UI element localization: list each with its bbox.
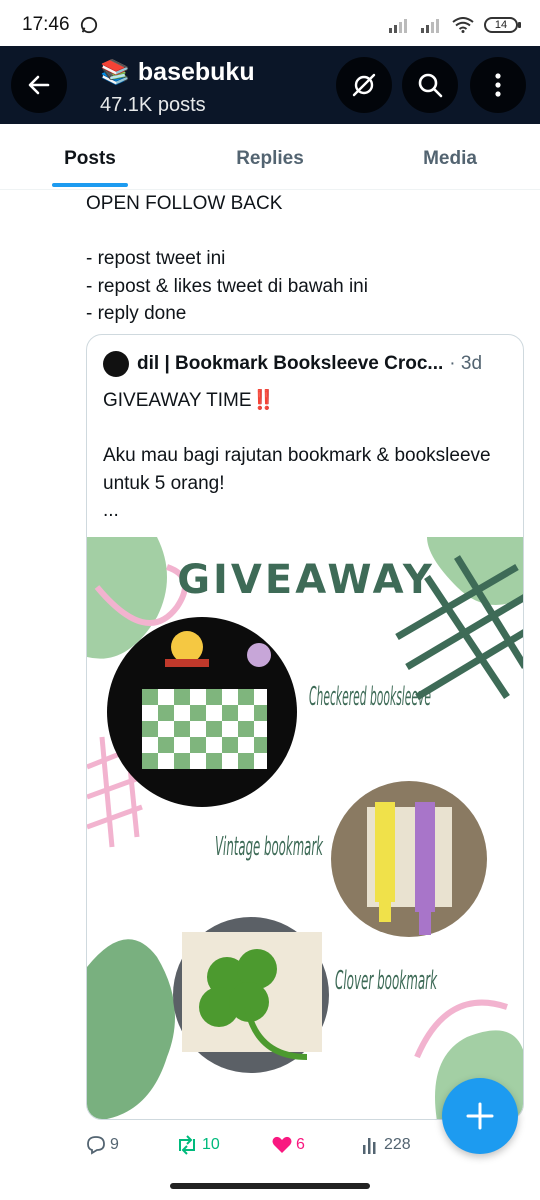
tab-media[interactable]: Media xyxy=(360,124,540,189)
quoted-author-name[interactable]: dil | Bookmark Booksleeve Croc... xyxy=(137,353,443,375)
reply-button[interactable]: 9 xyxy=(86,1135,119,1155)
caption-vintage: Vintage bookmark xyxy=(215,832,323,862)
repost-icon xyxy=(179,1135,195,1155)
status-bar: 17:46 14 xyxy=(0,0,540,50)
tweet-text: OPEN FOLLOW BACK - repost tweet ini - re… xyxy=(86,193,368,324)
post-count: 47.1K posts xyxy=(100,94,206,116)
tab-posts[interactable]: Posts xyxy=(0,124,180,189)
status-icons: 14 xyxy=(388,17,521,33)
quoted-tweet-header: dil | Bookmark Booksleeve Croc... · 3d xyxy=(103,351,513,377)
repost-count: 10 xyxy=(202,1136,220,1153)
battery-indicator: 14 xyxy=(484,17,521,33)
search-button[interactable] xyxy=(402,57,458,113)
like-button[interactable]: 6 xyxy=(272,1136,305,1154)
booksleeve-photo xyxy=(107,617,297,807)
avatar[interactable] xyxy=(103,351,129,377)
search-icon xyxy=(418,73,443,98)
quoted-timestamp: · 3d xyxy=(449,353,483,374)
grok-icon xyxy=(352,73,376,97)
clover-bookmark-photo xyxy=(173,917,329,1073)
reply-icon xyxy=(87,1136,105,1155)
more-icon xyxy=(495,73,501,97)
views-icon xyxy=(363,1138,376,1154)
signal-icon xyxy=(389,19,407,33)
back-button[interactable] xyxy=(11,57,67,113)
profile-header: 📚 basebuku 47.1K posts xyxy=(0,46,540,124)
account-title: 📚 basebuku xyxy=(100,58,255,87)
caption-checkered: Checkered booksleeve xyxy=(309,682,431,712)
quoted-tweet-text: GIVEAWAY TIME‼️ Aku mau bagi rajutan boo… xyxy=(103,390,491,521)
heart-icon xyxy=(272,1136,292,1153)
signal-icon-2 xyxy=(421,19,439,33)
status-time: 17:46 xyxy=(22,14,70,35)
quoted-tweet[interactable]: dil | Bookmark Booksleeve Croc... · 3d G… xyxy=(86,334,524,1120)
whatsapp-icon xyxy=(80,16,97,34)
image-heading: GIVEAWAY xyxy=(177,557,435,603)
reply-count: 9 xyxy=(110,1136,119,1153)
giveaway-image[interactable]: GIVEAWAY Checkered booksleeve Vintage bo… xyxy=(87,537,524,1120)
caption-clover: Clover bookmark xyxy=(335,966,437,996)
home-indicator[interactable] xyxy=(170,1183,370,1189)
views-button[interactable]: 228 xyxy=(362,1136,411,1154)
plus-icon xyxy=(466,1102,494,1130)
view-count: 228 xyxy=(384,1136,411,1153)
active-tab-indicator xyxy=(52,183,128,187)
profile-tabs: Posts Replies Media xyxy=(0,124,540,190)
back-arrow-icon xyxy=(28,75,50,95)
grok-button[interactable] xyxy=(336,57,392,113)
vintage-bookmark-photo xyxy=(331,781,487,937)
more-button[interactable] xyxy=(470,57,526,113)
account-name: basebuku xyxy=(137,58,255,86)
tab-replies[interactable]: Replies xyxy=(180,124,360,189)
books-emoji-icon: 📚 xyxy=(100,59,130,86)
compose-button[interactable] xyxy=(442,1078,518,1154)
repost-button[interactable]: 10 xyxy=(176,1135,220,1155)
wifi-icon xyxy=(452,17,474,33)
like-count: 6 xyxy=(296,1136,305,1153)
